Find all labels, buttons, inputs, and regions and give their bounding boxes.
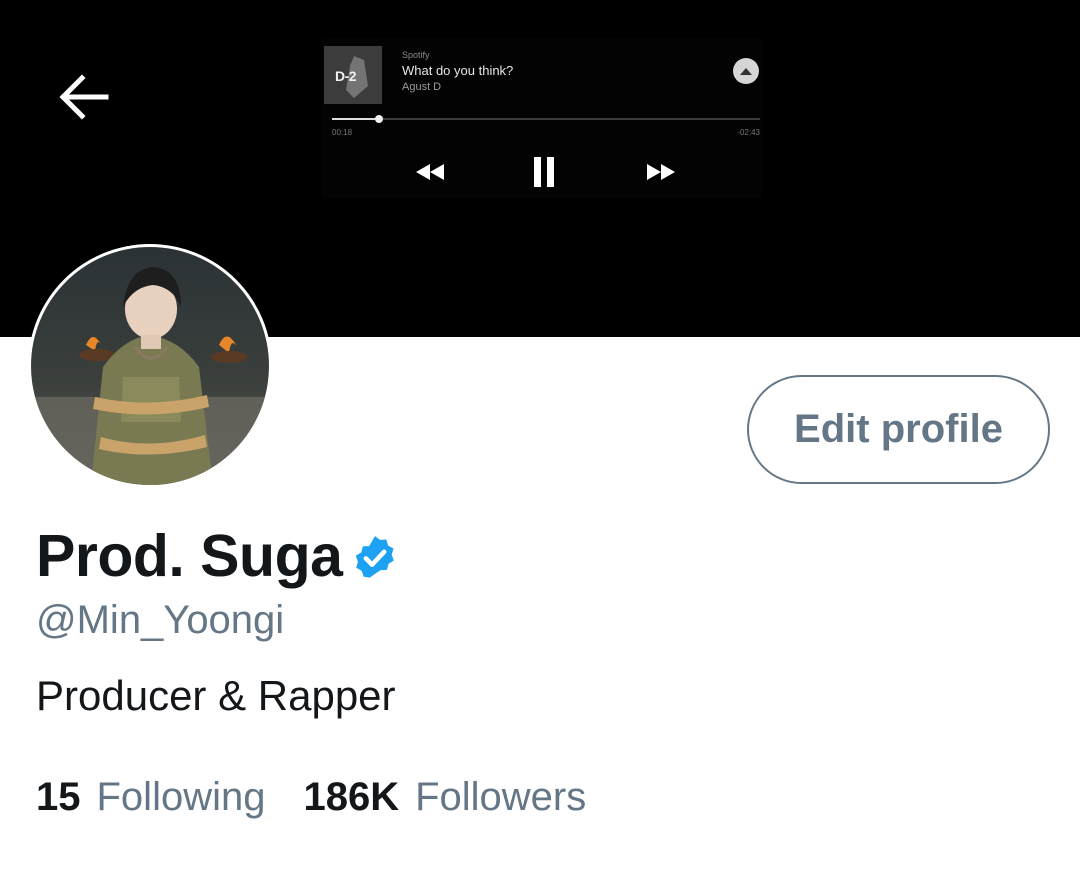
album-art-label: D-2: [335, 68, 357, 84]
music-player: D-2 Spotify What do you think? Agust D 0…: [322, 38, 762, 198]
edit-profile-button[interactable]: Edit profile: [747, 375, 1050, 484]
user-handle: @Min_Yoongi: [36, 598, 285, 642]
player-source: Spotify: [402, 50, 430, 60]
profile-bio: Producer & Rapper: [36, 672, 396, 719]
progress-bar[interactable]: [332, 115, 760, 123]
rewind-icon: [416, 164, 444, 180]
followers-label: Followers: [415, 775, 587, 819]
profile-stats: 15 Following 186K Followers: [36, 775, 586, 820]
remaining-time: -02:43: [737, 128, 760, 137]
followers-link[interactable]: 186K Followers: [303, 775, 586, 820]
profile-photo: [31, 247, 269, 485]
cast-icon[interactable]: [733, 58, 759, 84]
rewind-button[interactable]: [412, 154, 448, 190]
display-name: Prod. Suga: [36, 523, 343, 589]
pause-button[interactable]: [526, 154, 562, 190]
progress-knob[interactable]: [375, 115, 384, 123]
following-label: Following: [96, 775, 266, 819]
display-name-row: Prod. Suga: [36, 522, 400, 590]
fast-forward-button[interactable]: [643, 154, 679, 190]
verified-badge-icon: [356, 536, 395, 578]
album-art: D-2: [324, 46, 382, 104]
pause-icon: [534, 157, 554, 187]
track-artist: Agust D: [402, 81, 442, 93]
back-button[interactable]: [52, 68, 114, 126]
following-count: 15: [36, 775, 81, 819]
fast-forward-icon: [647, 164, 675, 180]
avatar[interactable]: [28, 244, 272, 488]
arrow-left-icon: [59, 74, 109, 120]
followers-count: 186K: [303, 775, 400, 819]
progress-fill: [332, 118, 380, 120]
track-title: What do you think?: [402, 63, 514, 78]
elapsed-time: 00:18: [332, 128, 353, 137]
following-link[interactable]: 15 Following: [36, 775, 265, 820]
